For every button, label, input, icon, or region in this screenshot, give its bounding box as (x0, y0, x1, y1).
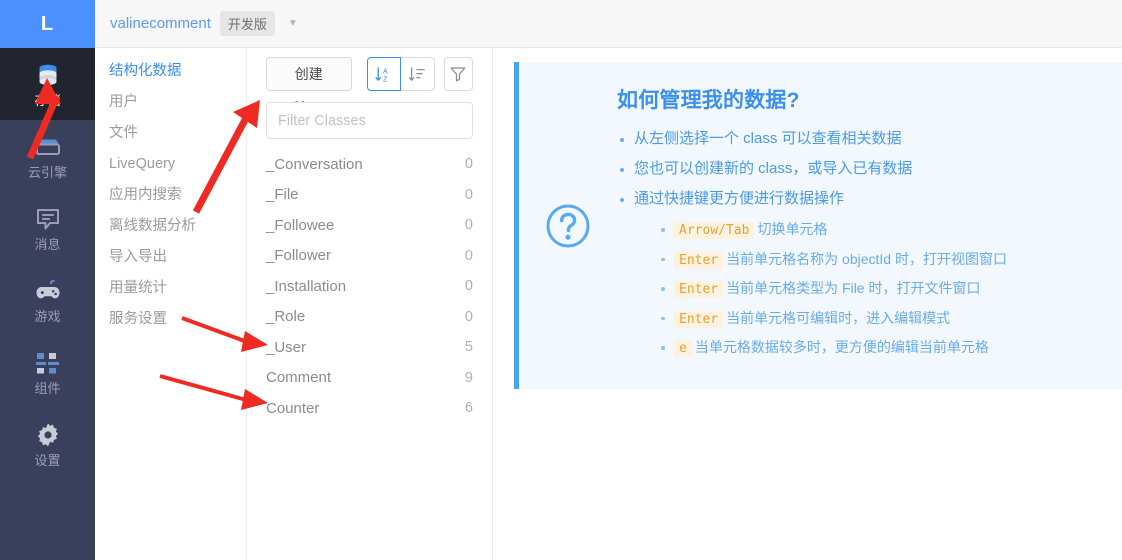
sidebar-item-games[interactable]: 游戏 (0, 264, 95, 336)
shortcut-item: Enter 当前单元格名称为 objectId 时，打开视图窗口 (659, 249, 1102, 271)
sort-list-button[interactable] (400, 57, 435, 91)
sidebar-item-storage[interactable]: 存储 (0, 48, 95, 120)
gear-icon (33, 421, 63, 449)
shortcut-desc: 当前单元格类型为 File 时，打开文件窗口 (726, 280, 981, 297)
create-class-button[interactable]: 创建 Class (266, 57, 352, 114)
shortcut-key: Enter (674, 281, 724, 299)
sidebar-item-label: 存储 (34, 93, 61, 108)
shortcut-key: e (674, 340, 692, 358)
sort-alphabetical-button[interactable]: A Z (366, 57, 401, 91)
help-bullet-list: 从左侧选择一个 class 可以查看相关数据 您也可以创建新的 class，或导… (617, 128, 1102, 359)
cloud-engine-icon (33, 133, 63, 161)
app-name-link[interactable]: valinecomment (110, 15, 211, 32)
gamepad-icon (33, 277, 63, 305)
sidebar-item-settings[interactable]: 设置 (0, 408, 95, 480)
question-circle-icon (544, 202, 592, 255)
shortcut-item: Enter 当前单元格类型为 File 时，打开文件窗口 (659, 278, 1102, 300)
class-name: _File (266, 186, 299, 204)
class-count: 5 (464, 339, 473, 356)
subnav-item-service-settings[interactable]: 服务设置 (95, 304, 246, 335)
shortcut-list: Arrow/Tab 切换单元格 Enter 当前单元格名称为 objectId 时，… (634, 219, 1102, 359)
help-bullet: 从左侧选择一个 class 可以查看相关数据 (617, 128, 1102, 151)
subnav-item-offline-analysis[interactable]: 离线数据分析 (95, 211, 246, 242)
sidebar-item-label: 云引擎 (27, 165, 67, 180)
chevron-down-icon[interactable]: ▼ (288, 18, 298, 29)
shortcut-desc: 当单元格数据较多时，更方便的编辑当前单元格 (694, 339, 989, 356)
svg-text:Z: Z (383, 76, 388, 83)
sidebar-item-components[interactable]: 组件 (0, 336, 95, 408)
class-count: 0 (464, 156, 473, 173)
class-list-item[interactable]: _Role 0 (266, 302, 473, 333)
class-list-item[interactable]: Comment 9 (266, 363, 473, 394)
class-name: _User (266, 338, 307, 356)
class-list: _Conversation 0 _File 0 _Followee 0 _Fol… (266, 149, 473, 424)
filter-classes-input[interactable] (266, 102, 473, 139)
class-name: Comment (266, 369, 332, 387)
class-toolbar: 创建 Class A Z (266, 57, 473, 114)
subnav-item-import-export[interactable]: 导入导出 (95, 242, 246, 273)
class-list-item[interactable]: _User 5 (266, 332, 473, 363)
help-bullet-text: 通过快捷键更方便进行数据操作 (634, 189, 845, 207)
class-count: 0 (464, 217, 473, 234)
database-icon (33, 61, 63, 89)
svg-text:A: A (383, 68, 388, 75)
app-logo[interactable]: L (0, 0, 95, 48)
class-count: 6 (464, 400, 473, 417)
filter-button[interactable] (443, 57, 473, 91)
primary-sidebar: L 存储 云引擎 消息 游戏 组件 设置 (0, 0, 95, 560)
help-bullet: 您也可以创建新的 class，或导入已有数据 (617, 158, 1102, 181)
class-name: _Followee (266, 216, 335, 234)
main-content: 如何管理我的数据? 从左侧选择一个 class 可以查看相关数据 您也可以创建新… (493, 0, 1122, 560)
class-list-item[interactable]: _File 0 (266, 180, 473, 211)
subnav-item-files[interactable]: 文件 (95, 118, 246, 149)
sidebar-item-label: 游戏 (34, 309, 61, 324)
class-list-item[interactable]: _Installation 0 (266, 271, 473, 302)
class-count: 0 (464, 247, 473, 264)
class-name: _Installation (266, 277, 347, 295)
class-list-panel: 创建 Class A Z (247, 0, 493, 560)
subnav-item-usage-stats[interactable]: 用量统计 (95, 273, 246, 304)
logo-letter: L (40, 12, 55, 35)
subnav-item-structured-data[interactable]: 结构化数据 (95, 56, 246, 87)
shortcut-key: Enter (674, 310, 724, 328)
top-header-bar: valinecomment 开发版 ▼ (95, 0, 1122, 48)
subnav-item-users[interactable]: 用户 (95, 87, 246, 118)
class-list-item[interactable]: _Conversation 0 (266, 149, 473, 180)
help-title: 如何管理我的数据? (617, 89, 800, 112)
class-count: 0 (464, 308, 473, 325)
app-root: L 存储 云引擎 消息 游戏 组件 设置 结构化数据 用户 文件 LiveQue… (0, 0, 1122, 560)
sidebar-item-label: 设置 (34, 453, 61, 468)
class-name: _Role (266, 308, 306, 326)
subnav-item-app-search[interactable]: 应用内搜索 (95, 180, 246, 211)
class-name: _Follower (266, 247, 332, 265)
class-list-item[interactable]: Counter 6 (266, 393, 473, 424)
message-icon (33, 205, 63, 233)
secondary-nav: 结构化数据 用户 文件 LiveQuery 应用内搜索 离线数据分析 导入导出 … (95, 0, 247, 560)
shortcut-desc: 当前单元格可编辑时，进入编辑模式 (726, 309, 951, 326)
sidebar-item-label: 消息 (34, 237, 61, 252)
class-list-item[interactable]: _Follower 0 (266, 241, 473, 272)
class-list-item[interactable]: _Followee 0 (266, 210, 473, 241)
sort-button-group: A Z (366, 57, 435, 91)
environment-badge: 开发版 (219, 11, 275, 36)
shortcut-item: Enter 当前单元格可编辑时，进入编辑模式 (659, 308, 1102, 330)
shortcut-desc: 切换单元格 (757, 221, 828, 238)
components-icon (33, 349, 63, 377)
class-count: 9 (464, 369, 473, 386)
shortcut-desc: 当前单元格名称为 objectId 时，打开视图窗口 (726, 250, 1007, 267)
class-count: 0 (464, 278, 473, 295)
shortcut-item: Arrow/Tab 切换单元格 (659, 219, 1102, 241)
help-card: 如何管理我的数据? 从左侧选择一个 class 可以查看相关数据 您也可以创建新… (514, 62, 1122, 389)
sidebar-item-cloud-engine[interactable]: 云引擎 (0, 120, 95, 192)
sidebar-item-label: 组件 (34, 381, 61, 396)
class-count: 0 (464, 186, 473, 203)
shortcut-key: Enter (674, 251, 724, 269)
sidebar-item-messages[interactable]: 消息 (0, 192, 95, 264)
subnav-item-livequery[interactable]: LiveQuery (95, 149, 246, 180)
shortcut-key: Arrow/Tab (674, 222, 755, 240)
class-name: _Conversation (266, 155, 363, 173)
shortcut-item: e 当单元格数据较多时，更方便的编辑当前单元格 (659, 337, 1102, 359)
class-name: Counter (266, 399, 320, 417)
help-bullet: 通过快捷键更方便进行数据操作 Arrow/Tab 切换单元格 Enter 当前单元格… (617, 188, 1102, 359)
